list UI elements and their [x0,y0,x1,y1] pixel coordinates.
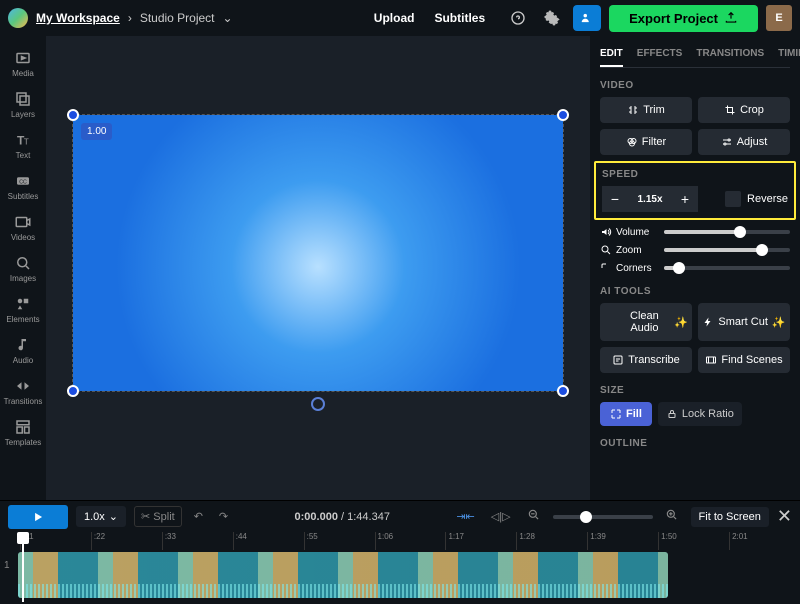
resize-handle-tr[interactable] [557,109,569,121]
speed-value[interactable]: 1.15x [628,186,672,212]
canvas-area[interactable]: 1.00 [46,36,590,500]
export-button[interactable]: Export Project [609,5,758,32]
undo-button[interactable]: ↶ [190,508,207,525]
timeline-zoom-slider[interactable] [553,515,653,519]
fit-to-screen-button[interactable]: Fit to Screen [691,507,769,527]
zoom-out-icon[interactable] [523,506,545,527]
divider-icon[interactable]: ◁|▷ [487,508,515,525]
speed-section-label: SPEED [602,169,788,180]
project-dropdown-icon[interactable]: ⌄ [223,11,233,25]
sidebar-item-templates[interactable]: Templates [0,413,46,452]
settings-icon[interactable] [539,5,565,31]
resize-handle-bl[interactable] [67,385,79,397]
timecode: 0:00.000 / 1:44.347 [295,511,390,523]
zoom-label: Zoom [600,244,656,256]
reverse-checkbox[interactable] [725,191,741,207]
tab-effects[interactable]: EFFECTS [637,48,683,59]
snap-icon[interactable]: ⇥⇤ [452,508,478,525]
app-logo[interactable] [8,8,28,28]
corners-slider[interactable] [664,266,790,270]
video-section-label: VIDEO [600,80,790,91]
lock-ratio-button[interactable]: Lock Ratio [658,402,742,426]
transcribe-button[interactable]: Transcribe [600,347,692,373]
resize-handle-br[interactable] [557,385,569,397]
timeline-ruler[interactable]: :11:22:33:44:551:061:171:281:391:502:01 [0,532,800,550]
tab-timing[interactable]: TIMING [778,48,800,59]
smart-cut-button[interactable]: Smart Cut✨ [698,303,790,341]
sidebar-item-videos[interactable]: Videos [0,208,46,247]
video-frame[interactable]: 1.00 [73,115,563,391]
redo-button[interactable]: ↷ [215,508,232,525]
sidebar-item-subtitles[interactable]: CCSubtitles [0,167,46,206]
clean-audio-button[interactable]: Clean Audio✨ [600,303,692,341]
reverse-label: Reverse [747,193,788,205]
svg-text:CC: CC [19,179,27,185]
invite-button[interactable] [573,5,601,31]
upload-link[interactable]: Upload [374,11,415,25]
size-section-label: SIZE [600,385,790,396]
workspace-link[interactable]: My Workspace [36,11,120,25]
project-name[interactable]: Studio Project [140,11,215,25]
playback-rate[interactable]: 1.0x ⌄ [76,506,126,527]
playback-controls: 1.0x ⌄ ✂ Split ↶ ↷ 0:00.000 / 1:44.347 ⇥… [0,500,800,532]
sidebar: Media Layers TTText CCSubtitles Videos I… [0,36,46,500]
sidebar-item-media[interactable]: Media [0,44,46,83]
corners-label: Corners [600,262,656,274]
close-icon[interactable]: ✕ [777,506,792,527]
split-button[interactable]: ✂ Split [134,506,182,527]
zoom-slider[interactable] [664,248,790,252]
sidebar-item-audio[interactable]: Audio [0,331,46,370]
video-clip[interactable] [18,552,668,598]
header-bar: My Workspace › Studio Project ⌄ Upload S… [0,0,800,36]
speed-decrease-button[interactable]: − [602,186,628,212]
find-scenes-button[interactable]: Find Scenes [698,347,790,373]
volume-slider[interactable] [664,230,790,234]
outline-section-label: OUTLINE [600,438,790,449]
filter-button[interactable]: Filter [600,129,692,155]
sidebar-item-elements[interactable]: Elements [0,290,46,329]
tab-edit[interactable]: EDIT [600,48,623,67]
resize-handle-tl[interactable] [67,109,79,121]
track-number: 1 [4,560,10,571]
speed-highlight: SPEED − 1.15x + Reverse [594,161,796,220]
trim-button[interactable]: Trim [600,97,692,123]
scale-badge: 1.00 [81,123,112,140]
adjust-button[interactable]: Adjust [698,129,790,155]
speed-increase-button[interactable]: + [672,186,698,212]
sidebar-item-text[interactable]: TTText [0,126,46,165]
panel-tabs: EDIT EFFECTS TRANSITIONS TIMING [600,44,790,68]
play-button[interactable] [8,505,68,529]
aitools-section-label: AI TOOLS [600,286,790,297]
tab-transitions[interactable]: TRANSITIONS [696,48,764,59]
sidebar-item-images[interactable]: Images [0,249,46,288]
sidebar-item-layers[interactable]: Layers [0,85,46,124]
timeline[interactable]: :11:22:33:44:551:061:171:281:391:502:01 … [0,532,800,604]
volume-label: Volume [600,226,656,238]
user-avatar[interactable]: E [766,5,792,31]
playhead[interactable] [22,532,24,602]
edit-panel: EDIT EFFECTS TRANSITIONS TIMING VIDEO Tr… [590,36,800,500]
svg-text:T: T [24,138,29,147]
rotate-handle[interactable] [311,397,325,411]
crop-button[interactable]: Crop [698,97,790,123]
fill-button[interactable]: Fill [600,402,652,426]
help-icon[interactable] [505,5,531,31]
sidebar-item-transitions[interactable]: Transitions [0,372,46,411]
zoom-in-icon[interactable] [661,506,683,527]
subtitles-link[interactable]: Subtitles [434,11,485,25]
breadcrumb-sep: › [128,11,132,25]
